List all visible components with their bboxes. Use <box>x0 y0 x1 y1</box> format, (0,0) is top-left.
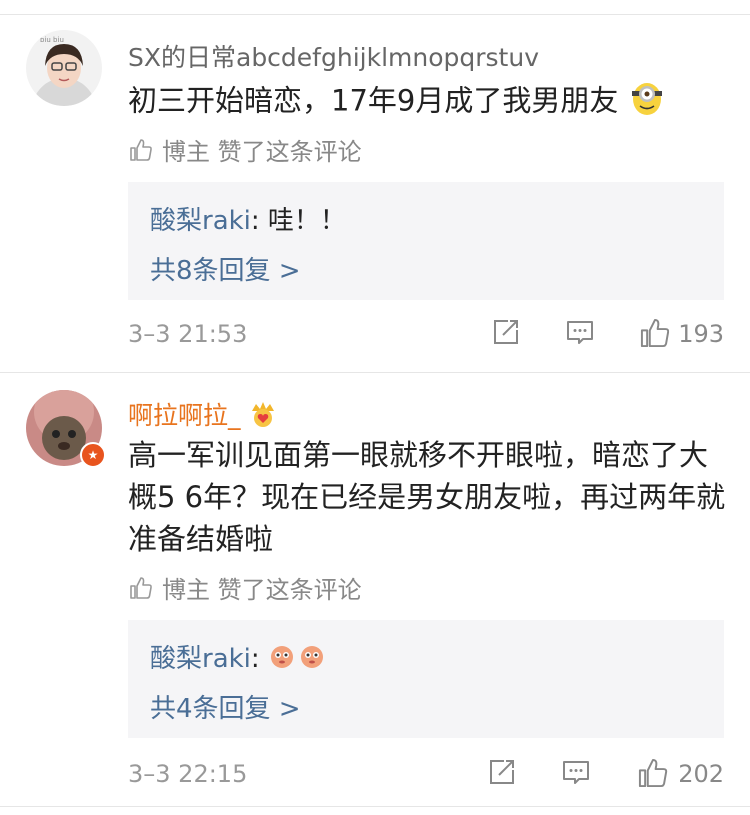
bottom-divider <box>0 806 750 807</box>
view-replies-link[interactable]: 共8条回复 > <box>150 250 301 287</box>
like-count: 193 <box>678 320 724 348</box>
reply-box[interactable]: 酸梨raki: 哇！！ 共8条回复 > <box>128 182 724 300</box>
username[interactable]: 啊拉啊拉_ <box>128 396 278 435</box>
comment-list: biu biu SX的日常abcdefghijklmnopqrstuv 初三开始… <box>0 0 750 815</box>
minion-emoji <box>628 78 666 127</box>
username-text: 啊拉啊拉_ <box>128 401 241 430</box>
comment-icon[interactable] <box>564 316 596 348</box>
reply-content: : <box>250 644 268 674</box>
comment-footer: 3–3 22:15 202 <box>128 756 724 796</box>
top-divider <box>0 14 750 15</box>
like-icon[interactable] <box>638 316 672 350</box>
reply-box[interactable]: 酸梨raki: 共4条回复 > <box>128 620 724 738</box>
crown-heart-emoji <box>248 399 278 435</box>
view-replies-link[interactable]: 共4条回复 > <box>150 688 301 725</box>
timestamp: 3–3 22:15 <box>128 760 248 788</box>
reply-author[interactable]: 酸梨raki <box>150 206 251 236</box>
share-icon[interactable] <box>490 316 522 348</box>
reply-author[interactable]: 酸梨raki <box>150 644 251 674</box>
author-liked-line: 博主 赞了这条评论 <box>128 132 362 167</box>
verified-badge: ★ <box>80 442 106 468</box>
comment-divider <box>0 372 750 373</box>
comment-footer: 3–3 21:53 193 <box>128 316 724 356</box>
author-liked-text: 博主 赞了这条评论 <box>162 576 362 604</box>
author-liked-text: 博主 赞了这条评论 <box>162 138 362 166</box>
thumbs-up-icon <box>130 138 152 161</box>
svg-text:biu biu: biu biu <box>40 36 64 44</box>
thumbs-up-icon <box>130 576 152 599</box>
comment-text: 初三开始暗恋，17年9月成了我男朋友 <box>128 78 728 127</box>
timestamp: 3–3 21:53 <box>128 320 248 348</box>
author-liked-line: 博主 赞了这条评论 <box>128 570 362 605</box>
share-icon[interactable] <box>486 756 518 788</box>
username[interactable]: SX的日常abcdefghijklmnopqrstuv <box>128 38 539 74</box>
comment-icon[interactable] <box>560 756 592 788</box>
comment-text-body: 初三开始暗恋，17年9月成了我男朋友 <box>128 83 619 118</box>
reply-preview: 酸梨raki: 哇！！ <box>150 200 346 237</box>
reply-preview: 酸梨raki: <box>150 638 328 678</box>
avatar[interactable]: biu biu <box>26 30 102 106</box>
reply-content: : 哇！！ <box>250 206 346 236</box>
like-count: 202 <box>678 760 724 788</box>
pink-creature-emoji <box>268 641 328 678</box>
comment-text: 高一军训见面第一眼就移不开眼啦，暗恋了大概5 6年？现在已经是男女朋友啦，再过两… <box>128 438 726 556</box>
like-icon[interactable] <box>636 756 670 790</box>
